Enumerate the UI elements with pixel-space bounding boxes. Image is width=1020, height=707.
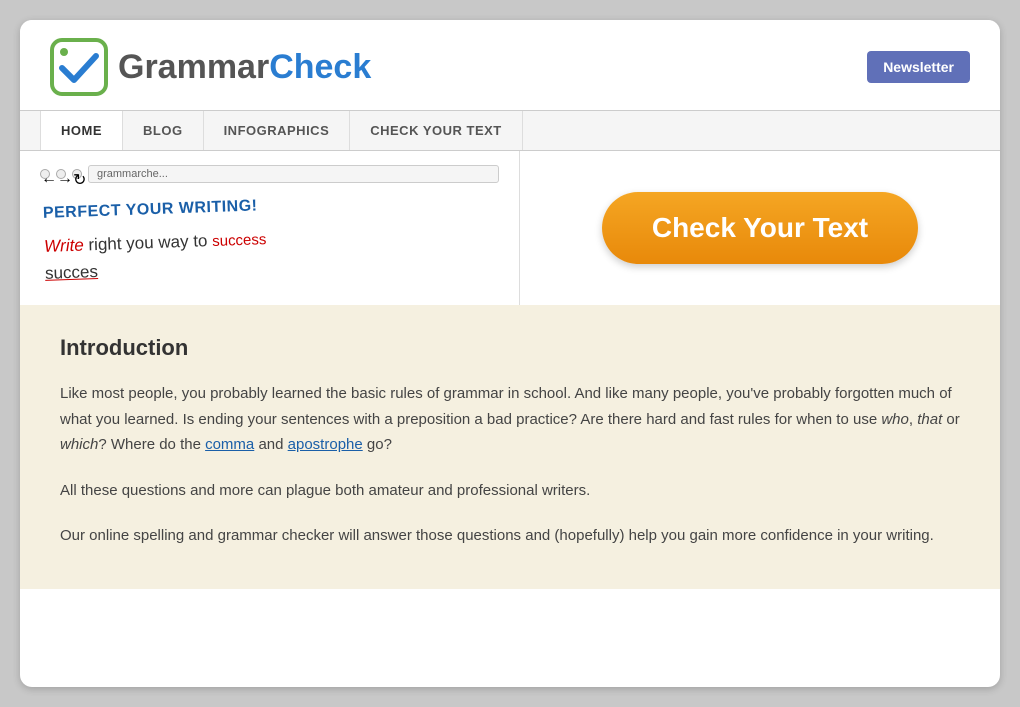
hero-success: success xyxy=(212,231,267,250)
content-para3: Our online spelling and grammar checker … xyxy=(60,523,960,549)
browser-bar: ← → ↻ grammarche... xyxy=(40,165,499,183)
content-para2: All these questions and more can plague … xyxy=(60,478,960,504)
content-heading: Introduction xyxy=(60,335,960,361)
hero-write: Write xyxy=(44,236,84,256)
para1-italic1: who xyxy=(881,411,909,428)
hero-writing-area: PERFECT YOUR WRITING! Write right you wa… xyxy=(38,189,272,295)
para1-text1: Like most people, you probably learned t… xyxy=(60,385,952,428)
logo-text: GrammarCheck xyxy=(118,50,371,84)
para1-comma: , xyxy=(909,411,917,428)
newsletter-button[interactable]: Newsletter xyxy=(867,51,970,83)
browser-url: grammarche... xyxy=(88,165,499,183)
browser-forward: → xyxy=(56,169,66,179)
page-container: GrammarCheck Newsletter HOME BLOG INFOGR… xyxy=(20,20,1000,687)
logo-icon xyxy=(50,38,108,96)
nav: HOME BLOG INFOGRAPHICS CHECK YOUR TEXT xyxy=(20,110,1000,151)
para1-italic3: which xyxy=(60,436,98,453)
content-para1: Like most people, you probably learned t… xyxy=(60,381,960,458)
hero-sentence-text: right you way to xyxy=(83,231,212,254)
browser-back: ← xyxy=(40,169,50,179)
nav-item-home[interactable]: HOME xyxy=(40,111,123,150)
logo-check: Check xyxy=(269,48,371,86)
para1-end: ? Where do the xyxy=(98,436,205,453)
nav-item-blog[interactable]: BLOG xyxy=(123,111,204,150)
hero-right: Check Your Text xyxy=(520,151,1000,305)
hero-tagline: PERFECT YOUR WRITING! xyxy=(43,197,266,223)
para1-or: or xyxy=(942,411,960,428)
comma-link[interactable]: comma xyxy=(205,436,254,453)
para1-and: and xyxy=(254,436,287,453)
para1-italic2: that xyxy=(917,411,942,428)
browser-refresh: ↻ xyxy=(72,169,82,179)
content-area: Introduction Like most people, you proba… xyxy=(20,305,1000,589)
hero-sentence: Write right you way to success succes xyxy=(44,225,268,287)
hero-succes-underline: succes xyxy=(45,262,99,283)
hero-left: ← → ↻ grammarche... PERFECT YOUR WRITING… xyxy=(20,151,520,305)
header: GrammarCheck Newsletter xyxy=(20,20,1000,110)
logo-grammar: Grammar xyxy=(118,48,269,86)
logo-area: GrammarCheck xyxy=(50,38,371,96)
check-text-button[interactable]: Check Your Text xyxy=(602,192,918,264)
para1-go: go? xyxy=(363,436,392,453)
apostrophe-link[interactable]: apostrophe xyxy=(288,436,363,453)
hero-section: ← → ↻ grammarche... PERFECT YOUR WRITING… xyxy=(20,151,1000,305)
nav-item-infographics[interactable]: INFOGRAPHICS xyxy=(204,111,351,150)
nav-item-check-text[interactable]: CHECK YOUR TEXT xyxy=(350,111,523,150)
